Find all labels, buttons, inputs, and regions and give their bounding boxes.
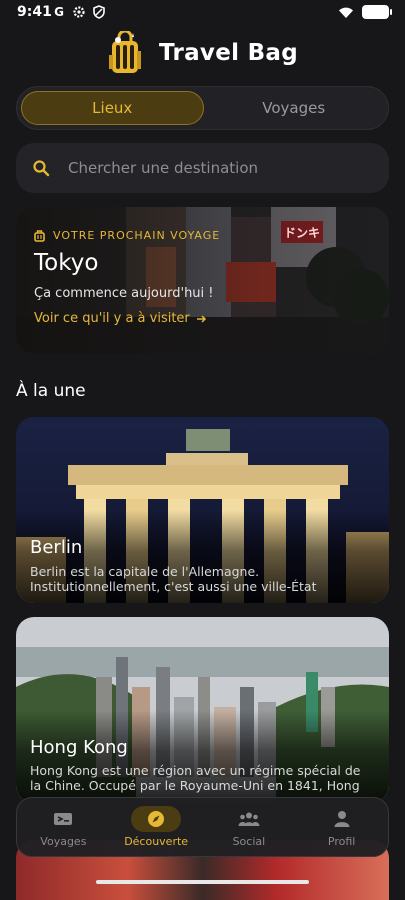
nav-decouverte-label: Découverte <box>124 835 189 848</box>
home-indicator <box>96 880 309 884</box>
trip-eyebrow-label: VOTRE PROCHAIN VOYAGE <box>53 229 221 242</box>
nav-decouverte[interactable]: Découverte <box>116 806 196 848</box>
search-bar[interactable] <box>16 143 389 193</box>
trip-eyebrow: VOTRE PROCHAIN VOYAGE <box>34 229 220 242</box>
nav-profil[interactable]: Profil <box>302 806 382 848</box>
featured-description: Berlin est la capitale de l'Allemagne. I… <box>30 564 317 594</box>
trip-visit-link[interactable]: Voir ce qu'il y a à visiter <box>34 311 220 326</box>
tokyo-sign: ドンキ <box>284 226 321 240</box>
battery-icon <box>362 5 392 19</box>
nav-profil-label: Profil <box>327 835 356 848</box>
people-icon <box>238 812 260 826</box>
nav-social-label: Social <box>232 835 266 848</box>
status-bar: 9:41 G <box>0 0 405 26</box>
next-trip-card[interactable]: ドンキ VOTRE PROCHAIN VOYAGE Tokyo Ça comme… <box>16 207 389 354</box>
search-icon <box>33 160 50 177</box>
trip-city: Tokyo <box>34 250 99 276</box>
tab-voyages[interactable]: Voyages <box>204 91 385 125</box>
ticket-icon <box>54 813 73 825</box>
app-header: Travel Bag <box>0 30 405 76</box>
status-icons-right <box>338 5 392 19</box>
status-time: 9:41 <box>17 4 52 20</box>
featured-card-berlin[interactable]: Berlin Berlin est la capitale de l'Allem… <box>16 417 389 603</box>
travel-bag-logo <box>108 31 141 73</box>
section-title: À la une <box>16 381 86 401</box>
trip-subtitle: Ça commence aujourd'hui ! <box>34 286 214 301</box>
settings-icon <box>73 6 85 18</box>
luggage-icon <box>34 229 45 242</box>
nav-voyages[interactable]: Voyages <box>23 806 103 848</box>
arrow-right-icon <box>196 314 206 323</box>
search-input[interactable] <box>68 159 358 177</box>
nav-voyages-label: Voyages <box>40 835 87 848</box>
wifi-icon <box>339 7 353 18</box>
nav-social[interactable]: Social <box>209 806 289 848</box>
app-title: Travel Bag <box>158 40 299 66</box>
trip-visit-link-label: Voir ce qu'il y a à visiter <box>34 311 190 326</box>
segmented-tabs: Lieux Voyages <box>16 86 389 130</box>
compass-icon <box>148 811 165 827</box>
tab-lieux[interactable]: Lieux <box>21 91 204 125</box>
person-icon <box>334 811 350 827</box>
google-icon: G <box>54 5 64 19</box>
featured-name: Hong Kong <box>30 737 128 758</box>
featured-description: Hong Kong est une région avec un régime … <box>30 763 361 793</box>
status-icons-left: G <box>52 5 106 19</box>
bottom-nav: Voyages Découverte Social Profil <box>16 797 389 857</box>
featured-name: Berlin <box>30 537 83 558</box>
shield-icon <box>93 5 105 19</box>
next-trip-content: VOTRE PROCHAIN VOYAGE Tokyo Ça commence … <box>34 229 220 326</box>
featured-card-hong-kong[interactable]: Hong Kong Hong Kong est une région avec … <box>16 617 389 803</box>
